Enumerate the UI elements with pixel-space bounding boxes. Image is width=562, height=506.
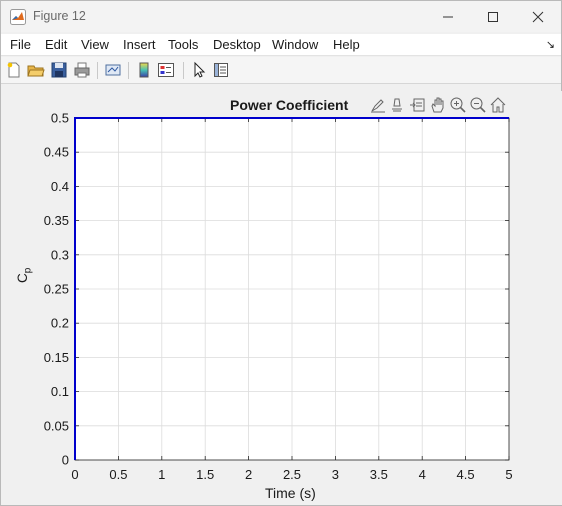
- x-tick-label: 1: [158, 467, 165, 482]
- x-tick-label: 0: [71, 467, 78, 482]
- y-tick-label: 0.1: [51, 384, 69, 399]
- y-tick-label: 0: [62, 453, 69, 468]
- x-tick-label: 4.5: [457, 467, 475, 482]
- y-tick-label: 0.4: [51, 179, 69, 194]
- x-tick-labels: 0 0.5 1 1.5 2 2.5 3 3.5 4 4.5 5: [71, 467, 512, 482]
- y-tick-label: 0.05: [44, 418, 69, 433]
- y-tick-label: 0.45: [44, 145, 69, 160]
- x-tick-label: 4: [419, 467, 426, 482]
- axes-plot[interactable]: 0 0.5 1 1.5 2 2.5 3 3.5 4 4.5 5 0 0.05 0.1 0.15 0.2 0.2…: [1, 1, 562, 506]
- plot-title: Power Coefficient: [230, 97, 349, 113]
- zoom-out-icon[interactable]: [469, 96, 487, 114]
- y-axis-label-subscript: p: [22, 267, 34, 274]
- y-tick-label: 0.3: [51, 247, 69, 262]
- data-tips-icon[interactable]: [389, 96, 407, 114]
- figure-window: Figure 12 File Edit View Insert Tools De…: [0, 0, 562, 506]
- y-axis-label: Cp: [15, 268, 34, 283]
- y-tick-label: 0.35: [44, 213, 69, 228]
- pan-icon[interactable]: [429, 96, 447, 114]
- x-tick-label: 3.5: [370, 467, 388, 482]
- y-tick-labels: 0 0.05 0.1 0.15 0.2 0.25 0.3 0.35 0.4 0.45 0.5: [44, 111, 69, 468]
- x-axis-label: Time (s): [265, 485, 316, 501]
- y-axis-label-main: C: [15, 273, 30, 283]
- y-tick-label: 0.2: [51, 316, 69, 331]
- x-tick-label: 2: [245, 467, 252, 482]
- export-icon[interactable]: [409, 96, 427, 114]
- brush-icon[interactable]: [369, 96, 387, 114]
- home-icon[interactable]: [489, 96, 507, 114]
- x-tick-label: 0.5: [109, 467, 127, 482]
- y-tick-label: 0.25: [44, 282, 69, 297]
- y-tick-label: 0.5: [51, 111, 69, 126]
- x-tick-label: 2.5: [283, 467, 301, 482]
- zoom-in-icon[interactable]: [449, 96, 467, 114]
- y-tick-label: 0.15: [44, 350, 69, 365]
- x-tick-label: 1.5: [196, 467, 214, 482]
- x-tick-label: 3: [332, 467, 339, 482]
- x-tick-label: 5: [505, 467, 512, 482]
